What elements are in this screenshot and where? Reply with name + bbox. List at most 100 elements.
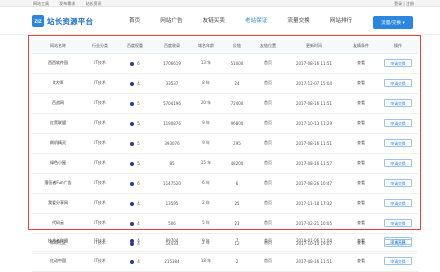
- column-header: 友链位置: [252, 40, 284, 54]
- apply-exchange-button[interactable]: 申请交换: [384, 257, 412, 265]
- backlinks-cell: 23: [222, 213, 252, 234]
- weight-icon: [130, 181, 135, 186]
- condition-link-cell[interactable]: 查看: [344, 193, 378, 214]
- category-cell: IT技术: [84, 213, 116, 234]
- nav-item-old-site[interactable]: 老站保证: [237, 15, 275, 28]
- weight-value: 5: [137, 100, 140, 106]
- top-link-tools[interactable]: 网站工具: [33, 1, 49, 6]
- nav-item-traffic[interactable]: 流量交换: [279, 15, 317, 28]
- site-name-cell[interactable]: it大师: [32, 73, 84, 94]
- nav-item-ranking[interactable]: 网站排行: [322, 15, 360, 28]
- weight-icon: [130, 161, 135, 166]
- condition-link-cell[interactable]: 查看: [344, 251, 378, 272]
- table-header-row: 网站名称 行业分类 百度权重 百度收录 域名年龄 反链 友链位置 更新时间 友情条件 操作: [32, 40, 418, 54]
- top-links: 网站工具 发布需求 站长资讯: [33, 1, 111, 7]
- domain-age-cell: 18 年: [190, 251, 222, 272]
- weight-icon: [130, 221, 135, 226]
- indexed-count-cell: 215384: [154, 251, 190, 272]
- login-register-links[interactable]: 登录 | 注册: [394, 1, 414, 7]
- apply-exchange-button[interactable]: 申请交换: [384, 139, 412, 147]
- condition-link-cell[interactable]: 查看: [344, 231, 378, 252]
- link-position-cell: 首页: [252, 213, 284, 234]
- site-name-cell[interactable]: 我爱分享网: [32, 193, 84, 214]
- site-name-cell[interactable]: 绿色小屋: [32, 153, 84, 174]
- apply-exchange-button[interactable]: 申请交换: [384, 159, 412, 167]
- baidu-weight-cell: 5: [116, 133, 154, 154]
- site-name-cell[interactable]: 技术者联盟: [32, 231, 84, 252]
- category-cell: IT技术: [84, 73, 116, 94]
- site-name-cell[interactable]: 刷机精灵: [32, 133, 84, 154]
- weight-value: 4: [137, 200, 140, 206]
- condition-link-cell[interactable]: 查看: [344, 113, 378, 134]
- nav-item-ads[interactable]: 网站广告: [152, 15, 190, 28]
- table-row: 百战网 IT技术 5 5704196 20 年 72400 首页 2017-08-16 11:…: [32, 93, 418, 114]
- exchange-dropdown-button[interactable]: 流量/交换 ▾: [373, 16, 413, 29]
- apply-exchange-button-cell: 申请交换: [378, 93, 418, 114]
- baidu-weight-cell: 4: [116, 231, 154, 252]
- category-cell: IT技术: [84, 193, 116, 214]
- apply-exchange-button[interactable]: 申请交换: [384, 179, 412, 187]
- apply-exchange-button[interactable]: 申请交换: [384, 119, 412, 127]
- domain-age-cell: 6 年: [190, 173, 222, 194]
- nav-item-link-trade[interactable]: 友链买卖: [195, 15, 233, 28]
- backlinks-cell: 72400: [222, 93, 252, 114]
- table-row: 落伍者Fun广告 IT技术 6 1147520 6 年 6 首页 2017-08-26 10:…: [32, 173, 418, 194]
- top-link-publish[interactable]: 发布需求: [59, 1, 75, 6]
- backlinks-cell: 96800: [222, 113, 252, 134]
- link-position-cell: 首页: [252, 53, 284, 74]
- site-table: 网站名称 行业分类 百度权重 百度收录 域名年龄 反链 友链位置 更新时间 友情条件 操作 西西软…: [32, 40, 418, 254]
- link-position-cell: 首页: [252, 251, 284, 272]
- site-name-cell[interactable]: 代码云: [32, 213, 84, 234]
- condition-link-cell[interactable]: 查看: [344, 173, 378, 194]
- site-logo[interactable]: ZIZ 站长资源平台: [32, 14, 93, 28]
- condition-link-cell[interactable]: 查看: [344, 153, 378, 174]
- condition-link-cell[interactable]: 查看: [344, 133, 378, 154]
- condition-link-cell[interactable]: 查看: [344, 73, 378, 94]
- site-name-cell[interactable]: 红黑联盟: [32, 113, 84, 134]
- apply-exchange-button[interactable]: 申请交换: [384, 199, 412, 207]
- baidu-weight-cell: 5: [116, 113, 154, 134]
- apply-exchange-button[interactable]: 申请交换: [384, 79, 412, 87]
- column-header: 域名年龄: [190, 40, 222, 54]
- link-position-cell: 首页: [252, 153, 284, 174]
- update-time-cell: 2017-12-07 15:04: [284, 73, 344, 94]
- apply-exchange-button[interactable]: 申请交换: [384, 59, 412, 67]
- apply-exchange-button[interactable]: 申请交换: [384, 236, 412, 245]
- link-position-cell: 首页: [252, 93, 284, 114]
- update-time-cell: 2018-01-06 11:04: [284, 231, 344, 252]
- top-link-news[interactable]: 站长资讯: [86, 1, 102, 6]
- weight-icon: [130, 141, 135, 146]
- category-cell: IT技术: [84, 93, 116, 114]
- apply-exchange-button[interactable]: 申请交换: [384, 99, 412, 107]
- site-name-cell[interactable]: 百战网: [32, 93, 84, 114]
- condition-link-cell[interactable]: 查看: [344, 53, 378, 74]
- table-row: 刷机精灵 IT技术 5 393076 9 年 295 首页 2017-08-16 11:51 查…: [32, 133, 418, 154]
- indexed-count-cell: 1190876: [154, 113, 190, 134]
- site-name-cell[interactable]: 红动中国: [32, 251, 84, 272]
- condition-link-cell[interactable]: 查看: [344, 213, 378, 234]
- apply-exchange-button[interactable]: 申请交换: [384, 219, 412, 227]
- link-position-cell: 首页: [252, 133, 284, 154]
- apply-exchange-button-cell: 申请交换: [378, 231, 418, 252]
- weight-icon: [130, 61, 135, 66]
- column-header: 行业分类: [84, 40, 116, 54]
- update-time-cell: 2017-10-13 11:29: [284, 113, 344, 134]
- site-name-cell[interactable]: 落伍者Fun广告: [32, 173, 84, 194]
- backlinks-cell: 7: [222, 231, 252, 252]
- indexed-count-cell: 13595: [154, 193, 190, 214]
- nav-item-home[interactable]: 首页: [121, 15, 148, 28]
- backlinks-cell: 295: [222, 133, 252, 154]
- main-nav: 首页 网站广告 友链买卖 老站保证 流量交换 网站排行: [121, 15, 364, 28]
- site-name-cell[interactable]: 西西软件园: [32, 53, 84, 74]
- apply-exchange-button-cell: 申请交换: [378, 193, 418, 214]
- column-header: 友情条件: [344, 40, 378, 54]
- table-row: 代码云 IT技术 4 506 5 年 23 首页 2017-02-21 10:05 查看 申请交换: [32, 213, 418, 234]
- backlinks-cell: 25: [222, 193, 252, 214]
- indexed-count-cell: 1147520: [154, 173, 190, 194]
- weight-value: 5: [137, 120, 140, 126]
- condition-link-cell[interactable]: 查看: [344, 93, 378, 114]
- backlinks-cell: 2: [222, 251, 252, 272]
- site-table-continued: 技术者联盟 IT技术 4 89704 9 年 7 首页 2018-01-06 11:04 查看申…: [32, 231, 418, 272]
- update-time-cell: 2017-11-18 17:32: [284, 193, 344, 214]
- update-time-cell: 2017-08-16 11:51: [284, 53, 344, 74]
